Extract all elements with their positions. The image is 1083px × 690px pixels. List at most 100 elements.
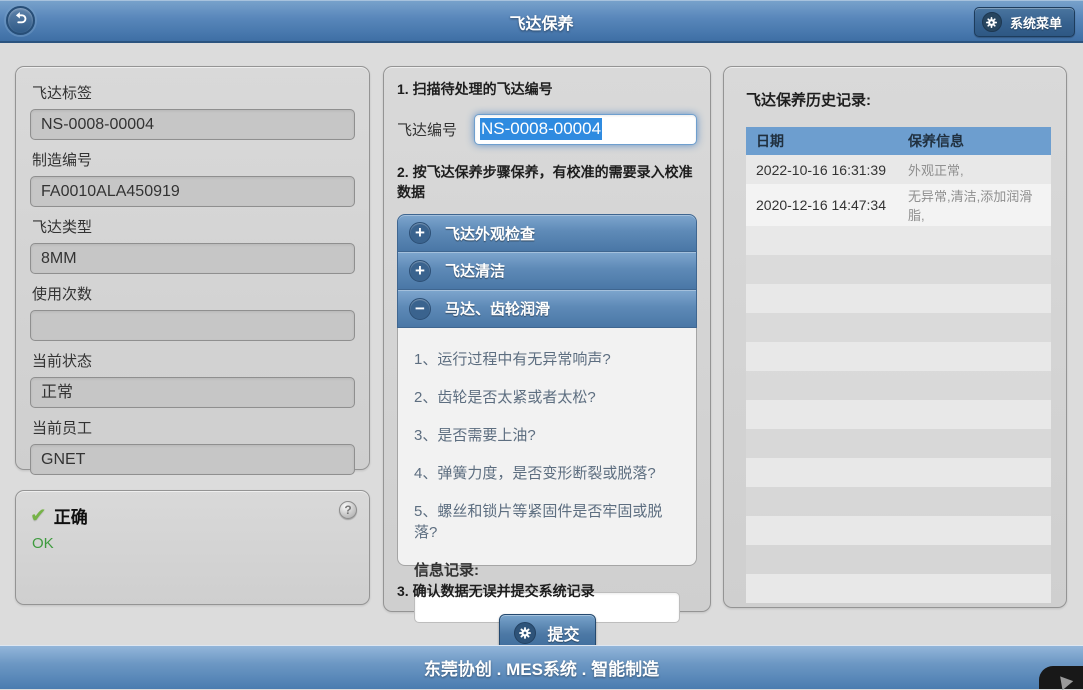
current-employee-label: 当前员工	[32, 417, 355, 438]
history-date	[746, 400, 898, 429]
history-empty-row	[746, 342, 1051, 371]
device-info-panel: 飞达标签 NS-0008-00004 制造编号 FA0010ALA450919 …	[15, 66, 370, 470]
gear-icon	[982, 12, 1002, 32]
history-date	[746, 342, 898, 371]
history-info	[898, 255, 1051, 284]
page-title: 飞达保养	[0, 0, 1083, 43]
expand-plus-icon: +	[409, 222, 431, 244]
feeder-type-label: 飞达类型	[32, 216, 355, 237]
manufacture-number-value: FA0010ALA450919	[30, 176, 355, 207]
history-table-body: 2022-10-16 16:31:39 外观正常, 2020-12-16 14:…	[746, 155, 1051, 603]
feeder-tag-label: 飞达标签	[32, 82, 355, 103]
submit-button-label: 提交	[547, 621, 579, 645]
history-empty-row	[746, 313, 1051, 342]
maintenance-history-panel: 飞达保养历史记录: 日期 保养信息 2022-10-16 16:31:39 外观…	[723, 66, 1067, 608]
top-header-bar: 飞达保养 系统菜单	[0, 0, 1083, 43]
history-info	[898, 284, 1051, 313]
history-info	[898, 545, 1051, 574]
system-menu-label: 系统菜单	[1010, 13, 1062, 32]
step2-title: 2. 按飞达保养步骤保养，有校准的需要录入校准数据	[397, 162, 697, 202]
footer-text: 东莞协创 . MES系统 . 智能制造	[424, 655, 659, 680]
expand-plus-icon: +	[409, 260, 431, 282]
history-empty-row	[746, 545, 1051, 574]
history-info	[898, 574, 1051, 603]
history-date	[746, 487, 898, 516]
maintenance-steps-accordion: + 飞达外观检查 + 飞达清洁 − 马达、齿轮润滑 1、运行过程中有无异常响声?…	[397, 214, 697, 566]
current-status-label: 当前状态	[32, 350, 355, 371]
history-date	[746, 313, 898, 342]
history-empty-row	[746, 516, 1051, 545]
date-column-header: 日期	[746, 127, 898, 155]
checklist-item: 4、弹簧力度，是否变形断裂或脱落?	[414, 462, 680, 483]
accordion-appearance-check[interactable]: + 飞达外观检查	[397, 214, 697, 252]
history-empty-row	[746, 458, 1051, 487]
accordion-motor-gear-lube[interactable]: − 马达、齿轮润滑	[397, 290, 697, 328]
history-empty-row	[746, 400, 1051, 429]
feeder-type-value: 8MM	[30, 243, 355, 274]
status-title: 正确	[54, 503, 88, 528]
history-date	[746, 284, 898, 313]
motor-gear-lube-checklist: 1、运行过程中有无异常响声? 2、齿轮是否太紧或者太松? 3、是否需要上油? 4…	[397, 328, 697, 566]
screen-corner-overlay	[1039, 666, 1083, 689]
history-row: 2020-12-16 14:47:34 无异常,清洁,添加润滑脂,	[746, 184, 1051, 226]
history-date: 2022-10-16 16:31:39	[746, 155, 898, 184]
checklist-item: 1、运行过程中有无异常响声?	[414, 348, 680, 369]
history-date	[746, 226, 898, 255]
system-menu-button[interactable]: 系统菜单	[974, 7, 1075, 37]
history-info	[898, 371, 1051, 400]
info-column-header: 保养信息	[898, 127, 1051, 155]
maintenance-workflow-panel: 1. 扫描待处理的飞达编号 飞达编号 NS-0008-00004 2. 按飞达保…	[383, 66, 711, 612]
feeder-number-selected-text: NS-0008-00004	[480, 118, 602, 140]
cursor-icon	[1055, 672, 1073, 690]
history-info	[898, 342, 1051, 371]
status-message: OK	[32, 535, 355, 552]
history-empty-row	[746, 429, 1051, 458]
accordion-feeder-clean[interactable]: + 飞达清洁	[397, 252, 697, 290]
history-empty-row	[746, 284, 1051, 313]
help-icon[interactable]: ?	[339, 501, 357, 519]
history-date	[746, 371, 898, 400]
collapse-minus-icon: −	[409, 298, 431, 320]
history-info	[898, 400, 1051, 429]
feeder-number-label: 飞达编号	[397, 119, 474, 140]
history-title: 飞达保养历史记录:	[746, 89, 1046, 110]
history-info	[898, 487, 1051, 516]
history-empty-row	[746, 226, 1051, 255]
history-empty-row	[746, 371, 1051, 400]
history-table: 日期 保养信息 2022-10-16 16:31:39 外观正常, 2020-1…	[746, 127, 1051, 603]
checklist-item: 2、齿轮是否太紧或者太松?	[414, 386, 680, 407]
gear-icon	[514, 622, 536, 644]
feeder-number-input[interactable]: NS-0008-00004	[474, 114, 697, 145]
usage-count-label: 使用次数	[32, 283, 355, 304]
history-info	[898, 458, 1051, 487]
accordion-feeder-clean-label: 飞达清洁	[445, 260, 505, 281]
history-empty-row	[746, 574, 1051, 603]
history-date	[746, 255, 898, 284]
history-info	[898, 516, 1051, 545]
checklist-item: 5、螺丝和锁片等紧固件是否牢固或脱落?	[414, 500, 680, 542]
history-info	[898, 313, 1051, 342]
usage-count-value	[30, 310, 355, 341]
check-icon: ✔	[30, 506, 47, 526]
scan-result-panel: ✔ 正确 OK ?	[15, 490, 370, 605]
history-date: 2020-12-16 14:47:34	[746, 184, 898, 226]
feeder-tag-value: NS-0008-00004	[30, 109, 355, 140]
step3-title: 3. 确认数据无误并提交系统记录	[397, 581, 697, 601]
history-empty-row	[746, 487, 1051, 516]
history-info	[898, 429, 1051, 458]
current-status-value: 正常	[30, 377, 355, 408]
step1-title: 1. 扫描待处理的飞达编号	[397, 79, 697, 99]
history-info	[898, 226, 1051, 255]
history-date	[746, 458, 898, 487]
history-info: 无异常,清洁,添加润滑脂,	[898, 184, 1051, 226]
history-info: 外观正常,	[898, 155, 1051, 184]
footer-bar: 东莞协创 . MES系统 . 智能制造	[0, 645, 1083, 689]
current-employee-value: GNET	[30, 444, 355, 475]
info-record-label: 信息记录:	[414, 559, 680, 580]
history-date	[746, 429, 898, 458]
manufacture-number-label: 制造编号	[32, 149, 355, 170]
accordion-appearance-check-label: 飞达外观检查	[445, 223, 535, 244]
history-empty-row	[746, 255, 1051, 284]
history-date	[746, 574, 898, 603]
history-row: 2022-10-16 16:31:39 外观正常,	[746, 155, 1051, 184]
